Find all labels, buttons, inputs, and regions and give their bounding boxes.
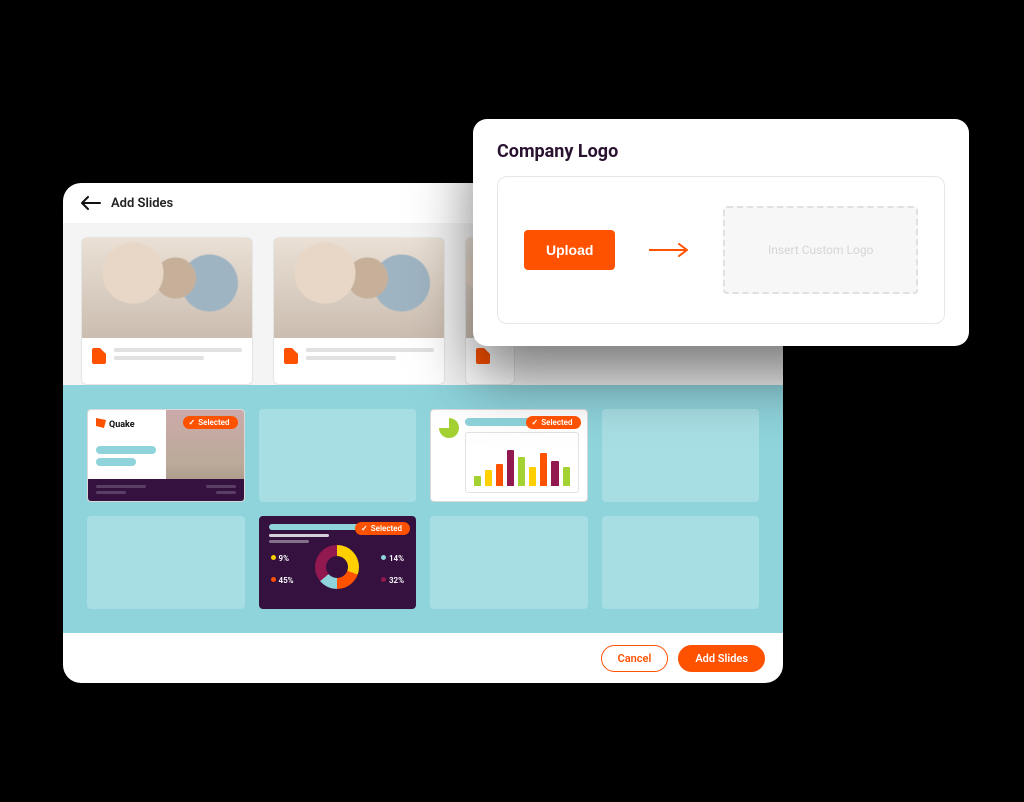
- chart-stat: 14%: [381, 554, 404, 563]
- arrow-right-icon: [649, 242, 689, 258]
- selected-badge: Selected: [526, 416, 581, 429]
- presentation-card[interactable]: [273, 237, 445, 385]
- slide-gallery: Selected Quake Selected Selected 9% 45% …: [63, 385, 783, 633]
- pie-icon: [439, 418, 459, 438]
- presentation-card[interactable]: [81, 237, 253, 385]
- logo-dropzone[interactable]: Insert Custom Logo: [723, 206, 918, 294]
- selected-badge: Selected: [183, 416, 238, 429]
- selected-badge: Selected: [355, 522, 410, 535]
- slide-thumbnail[interactable]: [602, 516, 760, 609]
- cancel-button[interactable]: Cancel: [601, 645, 669, 672]
- presentation-thumbnail: [82, 238, 252, 338]
- document-icon: [92, 348, 106, 364]
- logo-upload-box: Upload Insert Custom Logo: [497, 176, 945, 324]
- slide-thumbnail[interactable]: [602, 409, 760, 502]
- bar-chart: [465, 432, 579, 493]
- card-title: Company Logo: [497, 141, 945, 162]
- slide-thumbnail[interactable]: Selected 9% 45% 14% 32%: [259, 516, 417, 609]
- document-icon: [284, 348, 298, 364]
- slide-thumbnail[interactable]: [259, 409, 417, 502]
- presentation-thumbnail: [274, 238, 444, 338]
- presentation-meta: [82, 338, 252, 378]
- upload-button[interactable]: Upload: [524, 230, 615, 270]
- brand-logo: Quake: [96, 418, 135, 430]
- back-arrow-icon[interactable]: [81, 196, 101, 210]
- donut-chart: [315, 545, 359, 589]
- company-logo-card: Company Logo Upload Insert Custom Logo: [473, 119, 969, 346]
- slide-thumbnail[interactable]: [430, 516, 588, 609]
- slide-thumbnail[interactable]: Selected: [430, 409, 588, 502]
- add-slides-button[interactable]: Add Slides: [678, 645, 765, 672]
- presentation-meta: [274, 338, 444, 378]
- window-footer: Cancel Add Slides: [63, 633, 783, 683]
- chart-stat: 32%: [381, 576, 404, 585]
- page-title: Add Slides: [111, 196, 173, 211]
- document-icon: [476, 348, 490, 364]
- chart-stat: 45%: [271, 576, 294, 585]
- chart-stat: 9%: [271, 554, 289, 563]
- slide-thumbnail[interactable]: [87, 516, 245, 609]
- slide-thumbnail[interactable]: Selected Quake: [87, 409, 245, 502]
